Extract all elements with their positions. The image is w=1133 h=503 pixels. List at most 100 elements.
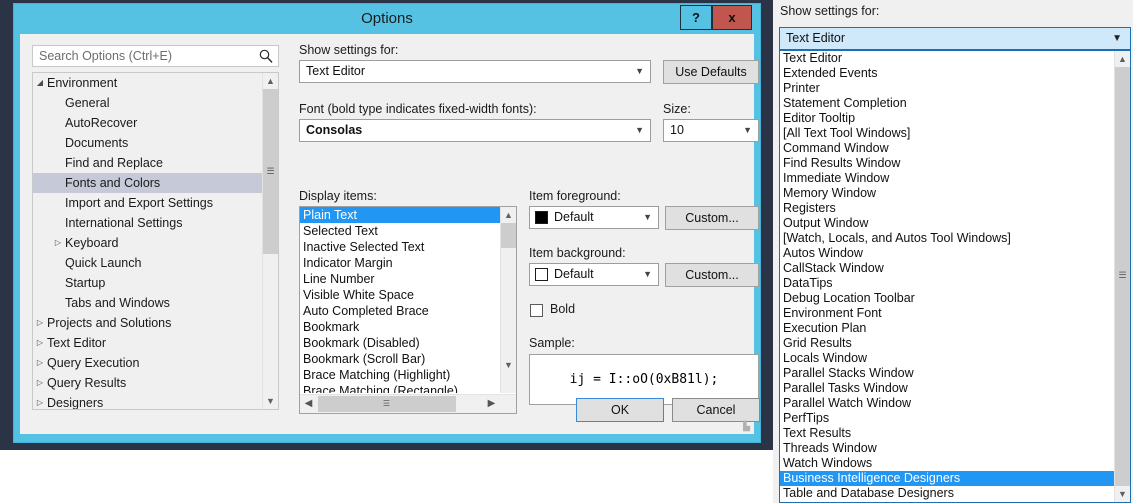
tree-item[interactable]: Startup: [33, 273, 278, 293]
dropdown-item[interactable]: Immediate Window: [780, 171, 1114, 186]
use-defaults-button[interactable]: Use Defaults: [663, 60, 759, 84]
tree-item[interactable]: ▷ Designers: [33, 393, 278, 409]
dropdown-item[interactable]: Business Intelligence Designers: [780, 471, 1114, 486]
dropdown-item[interactable]: Parallel Watch Window: [780, 396, 1114, 411]
dropdown-item[interactable]: Grid Results: [780, 336, 1114, 351]
dropdown-item[interactable]: Text Editor: [780, 51, 1114, 66]
item-foreground-combobox[interactable]: Default ▼: [529, 206, 659, 229]
close-button[interactable]: x: [712, 5, 752, 30]
ok-button[interactable]: OK: [576, 398, 664, 422]
tree-scroll-up-icon[interactable]: ▲: [263, 73, 278, 89]
dropdown-item[interactable]: Extended Events: [780, 66, 1114, 81]
dropdown-item[interactable]: [Watch, Locals, and Autos Tool Windows]: [780, 231, 1114, 246]
dialog-titlebar[interactable]: Options ? x: [14, 4, 760, 34]
font-combobox[interactable]: Consolas ▼: [299, 119, 651, 142]
rp-scroll-up-icon[interactable]: ▲: [1115, 51, 1130, 67]
tree-item[interactable]: International Settings: [33, 213, 278, 233]
dropdown-item[interactable]: Locals Window: [780, 351, 1114, 366]
di-hscroll-left-icon[interactable]: ◀: [300, 395, 317, 413]
tree-item[interactable]: Tabs and Windows: [33, 293, 278, 313]
dropdown-item[interactable]: Watch Windows: [780, 456, 1114, 471]
tree-vertical-scrollbar[interactable]: ▲ ☰ ▼: [262, 73, 278, 409]
foreground-custom-button[interactable]: Custom...: [665, 206, 759, 230]
dropdown-item[interactable]: Parallel Stacks Window: [780, 366, 1114, 381]
dropdown-item[interactable]: Find Results Window: [780, 156, 1114, 171]
dropdown-item[interactable]: Text Results: [780, 426, 1114, 441]
tree-item[interactable]: ▷ Text Editor: [33, 333, 278, 353]
di-scroll-down-icon[interactable]: ▼: [501, 357, 516, 373]
dropdown-item[interactable]: Statement Completion: [780, 96, 1114, 111]
tree-expander-expanded-icon[interactable]: ◢: [33, 73, 47, 93]
right-panel-vertical-scrollbar[interactable]: ▲ ☰ ▼: [1114, 51, 1130, 502]
dropdown-item[interactable]: Execution Plan: [780, 321, 1114, 336]
item-background-combobox[interactable]: Default ▼: [529, 263, 659, 286]
tree-item[interactable]: General: [33, 93, 278, 113]
tree-item[interactable]: ▷ Query Results: [33, 373, 278, 393]
tree-item[interactable]: Import and Export Settings: [33, 193, 278, 213]
display-item[interactable]: Brace Matching (Highlight): [300, 367, 500, 383]
dropdown-item[interactable]: Command Window: [780, 141, 1114, 156]
display-item[interactable]: Selected Text: [300, 223, 500, 239]
tree-expander-collapsed-icon[interactable]: ▷: [33, 393, 47, 409]
tree-item[interactable]: ▷ Keyboard: [33, 233, 278, 253]
bold-checkbox[interactable]: [530, 304, 543, 317]
display-item[interactable]: Brace Matching (Rectangle): [300, 383, 500, 393]
display-item[interactable]: Bookmark (Scroll Bar): [300, 351, 500, 367]
options-tree[interactable]: ◢ Environment General AutoRecover Documents F…: [32, 72, 279, 410]
dropdown-item[interactable]: PerfTips: [780, 411, 1114, 426]
show-settings-combobox[interactable]: Text Editor ▼: [299, 60, 651, 83]
dropdown-item[interactable]: Output Window: [780, 216, 1114, 231]
rp-scroll-down-icon[interactable]: ▼: [1115, 486, 1130, 502]
tree-item[interactable]: Documents: [33, 133, 278, 153]
tree-item[interactable]: AutoRecover: [33, 113, 278, 133]
cancel-button[interactable]: Cancel: [672, 398, 760, 422]
search-input[interactable]: Search Options (Ctrl+E): [32, 45, 279, 67]
display-item[interactable]: Plain Text: [300, 207, 500, 223]
display-items-vertical-scrollbar[interactable]: ▲ ▼: [500, 207, 516, 393]
display-item[interactable]: Bookmark (Disabled): [300, 335, 500, 351]
right-panel-combobox[interactable]: Text Editor ▼: [779, 27, 1131, 50]
dropdown-item[interactable]: CallStack Window: [780, 261, 1114, 276]
dropdown-item[interactable]: Environment Font: [780, 306, 1114, 321]
tree-item[interactable]: Find and Replace: [33, 153, 278, 173]
tree-expander-collapsed-icon[interactable]: ▷: [51, 233, 65, 253]
dropdown-item[interactable]: Autos Window: [780, 246, 1114, 261]
dropdown-item[interactable]: Debug Location Toolbar: [780, 291, 1114, 306]
tree-expander-collapsed-icon[interactable]: ▷: [33, 373, 47, 393]
di-scroll-thumb[interactable]: [501, 223, 516, 248]
dropdown-item[interactable]: Printer: [780, 81, 1114, 96]
display-item[interactable]: Auto Completed Brace: [300, 303, 500, 319]
display-items-horizontal-scrollbar[interactable]: ◀ ☰ ▶: [300, 394, 516, 413]
dropdown-item[interactable]: Registers: [780, 201, 1114, 216]
size-combobox[interactable]: 10 ▼: [663, 119, 759, 142]
tree-item[interactable]: ▷ Query Execution: [33, 353, 278, 373]
tree-item[interactable]: ◢ Environment: [33, 73, 278, 93]
dropdown-item[interactable]: Table and Database Designers: [780, 486, 1114, 501]
dropdown-item[interactable]: DataTips: [780, 276, 1114, 291]
help-button[interactable]: ?: [680, 5, 712, 30]
di-hscroll-thumb[interactable]: ☰: [318, 396, 456, 412]
display-item[interactable]: Indicator Margin: [300, 255, 500, 271]
right-panel-listbox[interactable]: Text Editor Extended Events Printer Stateme…: [779, 50, 1131, 503]
dropdown-item[interactable]: Threads Window: [780, 441, 1114, 456]
di-hscroll-right-icon[interactable]: ▶: [483, 395, 500, 413]
display-item[interactable]: Visible White Space: [300, 287, 500, 303]
tree-scroll-down-icon[interactable]: ▼: [263, 393, 278, 409]
di-scroll-up-icon[interactable]: ▲: [501, 207, 516, 223]
background-custom-button[interactable]: Custom...: [665, 263, 759, 287]
tree-item[interactable]: Fonts and Colors: [33, 173, 278, 193]
dropdown-item[interactable]: Parallel Tasks Window: [780, 381, 1114, 396]
tree-expander-collapsed-icon[interactable]: ▷: [33, 333, 47, 353]
tree-expander-collapsed-icon[interactable]: ▷: [33, 353, 47, 373]
dropdown-item[interactable]: [All Text Tool Windows]: [780, 126, 1114, 141]
dropdown-item[interactable]: Memory Window: [780, 186, 1114, 201]
tree-expander-collapsed-icon[interactable]: ▷: [33, 313, 47, 333]
display-items-listbox[interactable]: Plain Text Selected Text Inactive Selected…: [299, 206, 517, 414]
dropdown-item[interactable]: Editor Tooltip: [780, 111, 1114, 126]
display-item[interactable]: Line Number: [300, 271, 500, 287]
resize-grip-icon[interactable]: ▙: [738, 420, 750, 432]
tree-item[interactable]: ▷ Projects and Solutions: [33, 313, 278, 333]
display-item[interactable]: Inactive Selected Text: [300, 239, 500, 255]
tree-item[interactable]: Quick Launch: [33, 253, 278, 273]
display-item[interactable]: Bookmark: [300, 319, 500, 335]
